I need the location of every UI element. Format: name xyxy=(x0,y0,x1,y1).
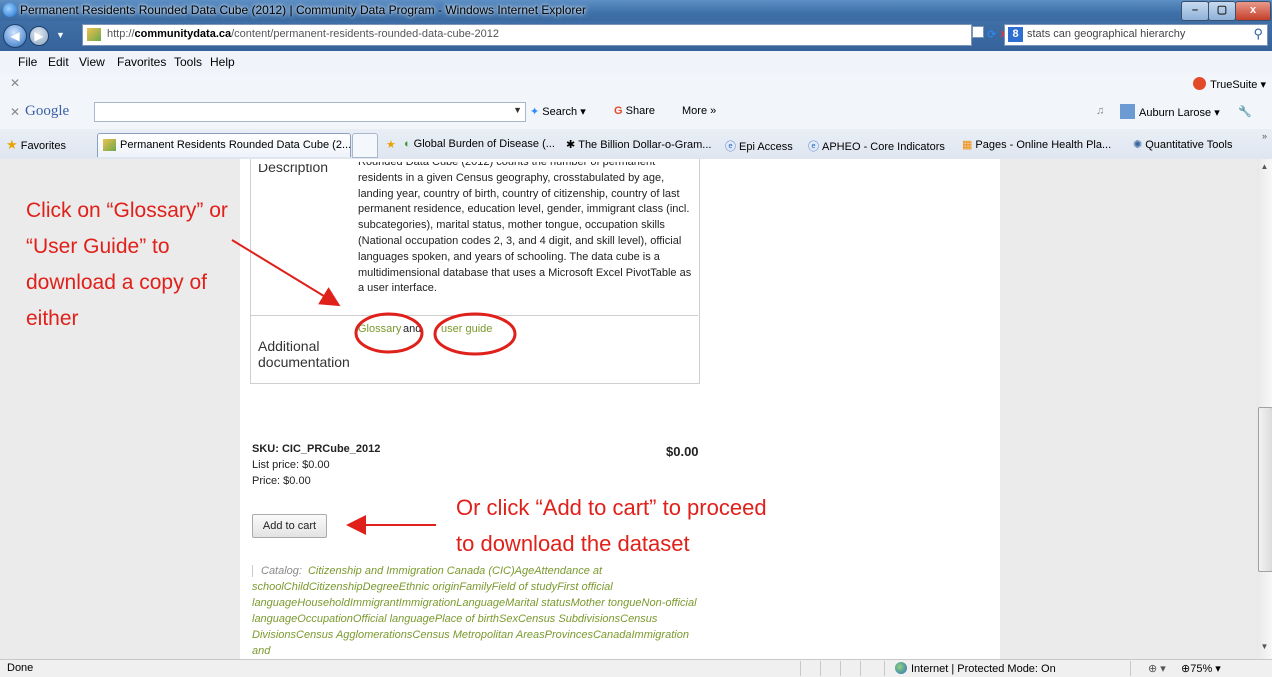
close-toolbar-icon[interactable]: ✕ xyxy=(10,76,20,90)
back-button[interactable]: ◀ xyxy=(3,24,27,48)
status-text: Done xyxy=(7,662,34,674)
address-bar[interactable]: http://communitydata.ca/content/permanen… xyxy=(82,24,972,46)
new-tab-button[interactable] xyxy=(352,133,378,158)
maximize-button[interactable]: ▢ xyxy=(1208,1,1236,21)
title-bar: Permanent Residents Rounded Data Cube (2… xyxy=(0,0,1272,21)
menu-favorites[interactable]: Favorites xyxy=(117,55,166,69)
site-favicon-icon xyxy=(87,28,101,41)
ie-logo-icon xyxy=(3,3,17,17)
globe-icon xyxy=(895,662,907,674)
catalog-label: Catalog: xyxy=(252,565,302,577)
glossary-link[interactable]: Glossary xyxy=(358,323,401,335)
fav-link-epi-access[interactable]: ⓔ Epi Access xyxy=(725,138,793,154)
catalog-terms: Catalog: Citizenship and Immigration Cana… xyxy=(252,563,702,659)
tab-title: Permanent Residents Rounded Data Cube (2… xyxy=(120,139,352,151)
menu-tools[interactable]: Tools xyxy=(174,55,202,69)
google-search-button[interactable]: ✦ Search ▾ xyxy=(530,105,586,118)
google-search-input[interactable]: ▼ xyxy=(94,102,526,122)
search-query[interactable]: stats can geographical hierarchy xyxy=(1027,28,1185,40)
close-toolbar-icon[interactable]: ✕ xyxy=(10,105,20,119)
fav-link-quantitative-tools[interactable]: ✺ Quantitative Tools xyxy=(1133,138,1232,151)
google-share-button[interactable]: G Share xyxy=(614,105,655,117)
annotation-line-1: Or click “Add to cart” to proceed xyxy=(456,495,767,520)
search-icon: ✦ xyxy=(530,106,540,118)
security-zone[interactable]: Internet | Protected Mode: On xyxy=(895,662,1056,675)
status-divider xyxy=(1130,661,1131,676)
fav-link-apheo[interactable]: ⓔ APHEO - Core Indicators xyxy=(808,138,945,154)
annotation-glossary-instructions: Click on “Glossary” or “User Guide” to d… xyxy=(26,199,228,330)
truesuite-button[interactable]: TrueSuite ▾ xyxy=(1193,77,1266,91)
menu-edit[interactable]: Edit xyxy=(48,55,69,69)
truesuite-toolbar: ✕ TrueSuite ▾ xyxy=(0,73,1272,96)
description-text: Rounded Data Cube (2012) counts the numb… xyxy=(358,156,692,295)
product-sku: SKU: CIC_PRCube_2012 xyxy=(252,443,381,455)
more-favorites-icon[interactable]: » xyxy=(1262,131,1267,141)
google-more-button[interactable]: More » xyxy=(682,105,716,117)
menu-file[interactable]: File xyxy=(18,55,37,69)
chevron-down-icon[interactable]: ▼ xyxy=(513,105,522,115)
tab-active[interactable]: Permanent Residents Rounded Data Cube (2… xyxy=(97,133,351,157)
add-to-cart-button[interactable]: Add to cart xyxy=(252,514,327,538)
annotation-line-2: to download the dataset xyxy=(456,531,690,556)
table-divider xyxy=(250,315,698,316)
avatar xyxy=(1120,104,1135,119)
star-icon: ★ xyxy=(6,137,18,152)
scroll-up-icon[interactable]: ▲ xyxy=(1259,162,1270,171)
favorites-bar: ★ Favorites Permanent Residents Rounded … xyxy=(0,129,1272,160)
status-bar: Done Internet | Protected Mode: On ⊕ ▾ ⊕… xyxy=(0,659,1272,677)
user-account-menu[interactable]: Auburn Larose ▾ xyxy=(1120,104,1220,119)
history-dropdown-icon[interactable]: ▼ xyxy=(56,30,65,40)
menu-bar: File Edit View Favorites Tools Help xyxy=(0,51,1272,74)
wrench-icon[interactable]: 🔧 xyxy=(1238,105,1252,118)
additional-documentation-label: Additional documentation xyxy=(258,338,350,370)
window-title: Permanent Residents Rounded Data Cube (2… xyxy=(20,3,587,17)
forward-button[interactable]: ▶ xyxy=(29,26,49,46)
menu-view[interactable]: View xyxy=(79,55,105,69)
and-text: and xyxy=(403,323,422,335)
catalog-links[interactable]: Citizenship and Immigration Canada (CIC)… xyxy=(252,565,697,657)
scroll-down-icon[interactable]: ▼ xyxy=(1259,642,1270,651)
search-box[interactable]: 8 stats can geographical hierarchy ⚲ xyxy=(1004,24,1268,46)
refresh-icon[interactable]: ⟳ xyxy=(987,29,996,41)
annotation-cart-instructions: Or click “Add to cart” to proceed to dow… xyxy=(456,490,767,562)
fav-link-pages[interactable]: ▦ Pages - Online Health Pla... xyxy=(962,138,1111,151)
status-divider xyxy=(840,661,841,676)
user-guide-link[interactable]: user guide xyxy=(441,323,492,335)
display-price: $0.00 xyxy=(666,444,699,459)
google-toolbar: ✕ Google ▼ ✦ Search ▾ G Share More » ♫ A… xyxy=(0,95,1272,130)
navigation-bar: ◀ ▶ ▼ http://communitydata.ca/content/pe… xyxy=(0,21,1272,51)
compatibility-icon[interactable] xyxy=(972,26,984,38)
fav-link-global-burden[interactable]: ◐ Global Burden of Disease (... xyxy=(404,138,555,150)
status-divider xyxy=(860,661,861,676)
address-url: http://communitydata.ca/content/permanen… xyxy=(107,28,499,40)
site-favicon-icon xyxy=(103,139,116,151)
close-button[interactable]: x xyxy=(1235,1,1271,21)
protected-mode-icon[interactable]: ⊕ ▾ xyxy=(1148,662,1166,675)
search-provider-icon: 8 xyxy=(1008,27,1023,42)
zoom-icon: ⊕ xyxy=(1181,663,1191,675)
status-divider xyxy=(800,661,801,676)
status-divider xyxy=(884,661,885,676)
scroll-thumb[interactable] xyxy=(1258,407,1272,572)
notification-bell-icon[interactable]: ♫ xyxy=(1096,105,1104,117)
list-price: List price: $0.00 xyxy=(252,459,330,471)
zoom-level[interactable]: ⊕75% ▾ xyxy=(1181,662,1221,675)
status-divider xyxy=(820,661,821,676)
menu-help[interactable]: Help xyxy=(210,55,235,69)
search-icon[interactable]: ⚲ xyxy=(1253,26,1263,42)
minimize-button[interactable]: – xyxy=(1181,1,1209,21)
google-logo: Google xyxy=(25,103,70,119)
favorites-button[interactable]: ★ Favorites xyxy=(6,137,66,153)
share-icon: G xyxy=(614,105,623,117)
fav-link-billion-dollar[interactable]: ✱ The Billion Dollar-o-Gram... xyxy=(566,138,711,151)
price: Price: $0.00 xyxy=(252,475,311,487)
truesuite-icon xyxy=(1193,77,1207,90)
add-favorite-icon[interactable]: ★ xyxy=(386,138,399,151)
